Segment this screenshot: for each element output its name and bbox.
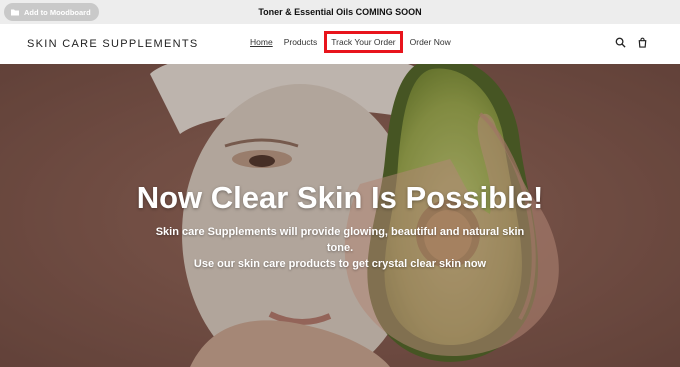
cart-icon[interactable] bbox=[637, 37, 648, 48]
hero-title: Now Clear Skin Is Possible! bbox=[136, 180, 544, 215]
hero-banner: Now Clear Skin Is Possible! Skin care Su… bbox=[0, 64, 680, 367]
hero-subtitle-line: tone. bbox=[326, 242, 354, 254]
nav-track-your-order[interactable]: Track Your Order bbox=[324, 31, 403, 53]
main-nav: Home Products Track Your Order Order Now bbox=[250, 31, 462, 53]
nav-products[interactable]: Products bbox=[284, 37, 318, 47]
announcement-text: Toner & Essential Oils COMING SOON bbox=[258, 7, 422, 17]
nav-order-now[interactable]: Order Now bbox=[410, 37, 451, 47]
nav-home[interactable]: Home bbox=[250, 37, 273, 47]
hero-subtitle: Skin care Supplements will provide glowi… bbox=[140, 224, 540, 272]
header-icons bbox=[615, 37, 648, 48]
moodboard-label: Add to Moodboard bbox=[24, 7, 91, 17]
folder-icon bbox=[11, 9, 19, 16]
hero-subtitle-line: Skin care Supplements will provide glowi… bbox=[155, 226, 525, 238]
hero-subtitle-line: Use our skin care products to get crysta… bbox=[193, 258, 487, 270]
search-icon[interactable] bbox=[615, 37, 626, 48]
announcement-bar: Toner & Essential Oils COMING SOON bbox=[0, 0, 680, 24]
brand-logo[interactable]: SKIN CARE SUPPLEMENTS bbox=[27, 38, 199, 50]
site-header: SKIN CARE SUPPLEMENTS Home Products Trac… bbox=[0, 24, 680, 64]
add-to-moodboard-button[interactable]: Add to Moodboard bbox=[4, 3, 99, 21]
